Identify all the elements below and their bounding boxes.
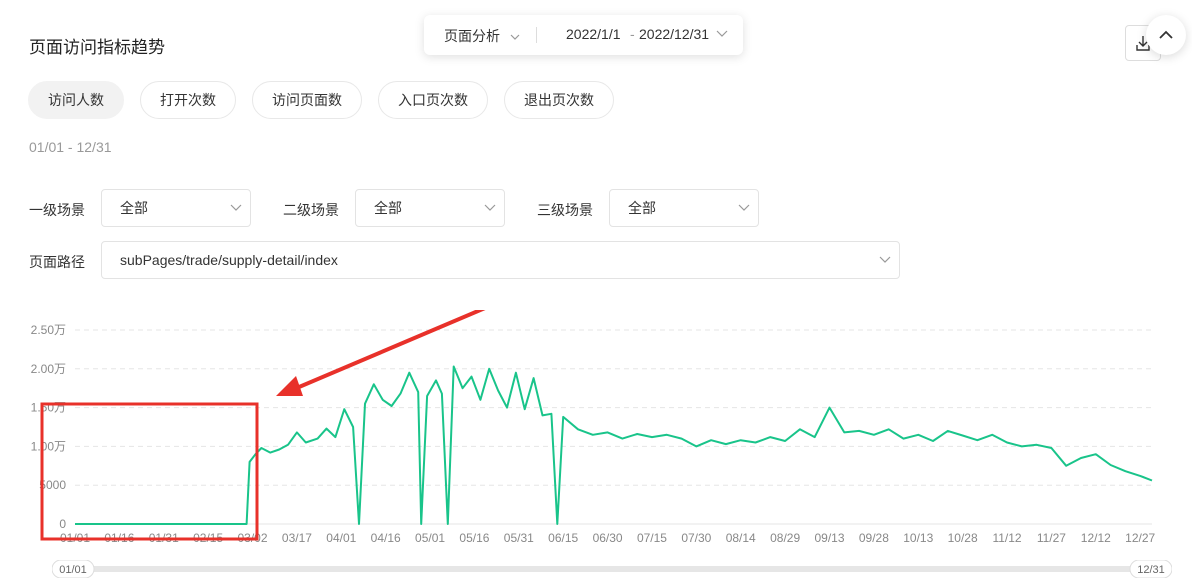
x-tick-label: 06/15 — [548, 531, 578, 545]
level2-select[interactable]: 全部 — [355, 189, 505, 227]
trend-chart: 050001.00万1.50万2.00万2.50万01/01 01/16 01/31… — [31, 310, 1156, 545]
date-range-slider[interactable]: 01/01 12/31 — [52, 560, 1172, 578]
level2-value: 全部 — [374, 200, 402, 216]
level1-select[interactable]: 全部 — [101, 189, 251, 227]
slider-end-label: 12/31 — [1137, 564, 1165, 576]
annotation-arrow-head — [276, 376, 303, 396]
x-tick-label: 05/16 — [459, 531, 489, 545]
y-tick-label: 2.00万 — [31, 362, 66, 376]
tab-exit-pages[interactable]: 退出页次数 — [504, 81, 614, 119]
y-tick-label: 0 — [59, 517, 66, 531]
tab-entry-pages[interactable]: 入口页次数 — [378, 81, 488, 119]
date-end[interactable]: 2022/12/31 — [639, 26, 709, 42]
x-tick-label: 05/31 — [504, 531, 534, 545]
x-tick-label: 11/27 — [1037, 531, 1066, 545]
chevron-down-icon — [879, 256, 891, 263]
x-tick-label: 04/16 — [371, 531, 401, 545]
chevron-down-icon — [510, 34, 520, 40]
analysis-select[interactable]: 页面分析 — [444, 26, 520, 46]
x-tick-label: 09/28 — [859, 531, 889, 545]
level3-label: 三级场景 — [537, 202, 593, 218]
y-tick-label: 1.00万 — [31, 439, 66, 453]
chevron-up-icon — [1159, 30, 1173, 39]
toolbar-divider — [536, 27, 537, 43]
y-tick-label: 2.50万 — [31, 323, 66, 337]
x-tick-label: 12/27 — [1125, 531, 1155, 545]
x-tick-label: 04/01 — [326, 531, 356, 545]
x-tick-label: 03/17 — [282, 531, 312, 545]
slider-track — [52, 566, 1172, 572]
date-start[interactable]: 2022/1/1 — [566, 26, 621, 42]
x-tick-label: 06/30 — [593, 531, 623, 545]
x-tick-label: 07/30 — [681, 531, 711, 545]
level3-select[interactable]: 全部 — [609, 189, 759, 227]
level1-label: 一级场景 — [29, 202, 85, 218]
chevron-down-icon — [738, 204, 750, 211]
chevron-down-icon[interactable] — [716, 27, 728, 41]
annotation-box — [40, 402, 259, 541]
x-tick-label: 05/01 — [415, 531, 445, 545]
level3-value: 全部 — [628, 200, 656, 216]
series-line — [75, 365, 1153, 525]
x-tick-label: 07/15 — [637, 531, 667, 545]
annotation-arrow-line — [291, 310, 486, 392]
slider-start-label: 01/01 — [59, 564, 87, 576]
date-range-text: 01/01 - 12/31 — [29, 139, 112, 155]
collapse-button[interactable] — [1146, 15, 1186, 55]
x-tick-label: 08/29 — [770, 531, 800, 545]
page-title: 页面访问指标趋势 — [29, 38, 165, 57]
x-tick-label: 09/13 — [814, 531, 844, 545]
path-value: subPages/trade/supply-detail/index — [120, 252, 338, 268]
metric-tabs: 访问人数 打开次数 访问页面数 入口页次数 退出页次数 — [28, 81, 614, 119]
date-separator: - — [630, 26, 635, 42]
tab-page-views[interactable]: 访问页面数 — [252, 81, 362, 119]
chevron-down-icon — [484, 204, 496, 211]
x-tick-label: 11/12 — [992, 531, 1021, 545]
x-tick-label: 08/14 — [726, 531, 756, 545]
analysis-select-label: 页面分析 — [444, 28, 500, 44]
path-label: 页面路径 — [29, 254, 85, 270]
tab-opens[interactable]: 打开次数 — [140, 81, 236, 119]
level1-value: 全部 — [120, 200, 148, 216]
x-tick-label: 10/13 — [903, 531, 933, 545]
tab-visitors[interactable]: 访问人数 — [28, 81, 124, 119]
x-tick-label: 12/12 — [1081, 531, 1111, 545]
chevron-down-icon — [230, 204, 242, 211]
floating-toolbar: 页面分析 2022/1/1 - 2022/12/31 — [424, 15, 743, 55]
x-tick-label: 10/28 — [948, 531, 978, 545]
level2-label: 二级场景 — [283, 202, 339, 218]
path-select[interactable]: subPages/trade/supply-detail/index — [101, 241, 900, 279]
